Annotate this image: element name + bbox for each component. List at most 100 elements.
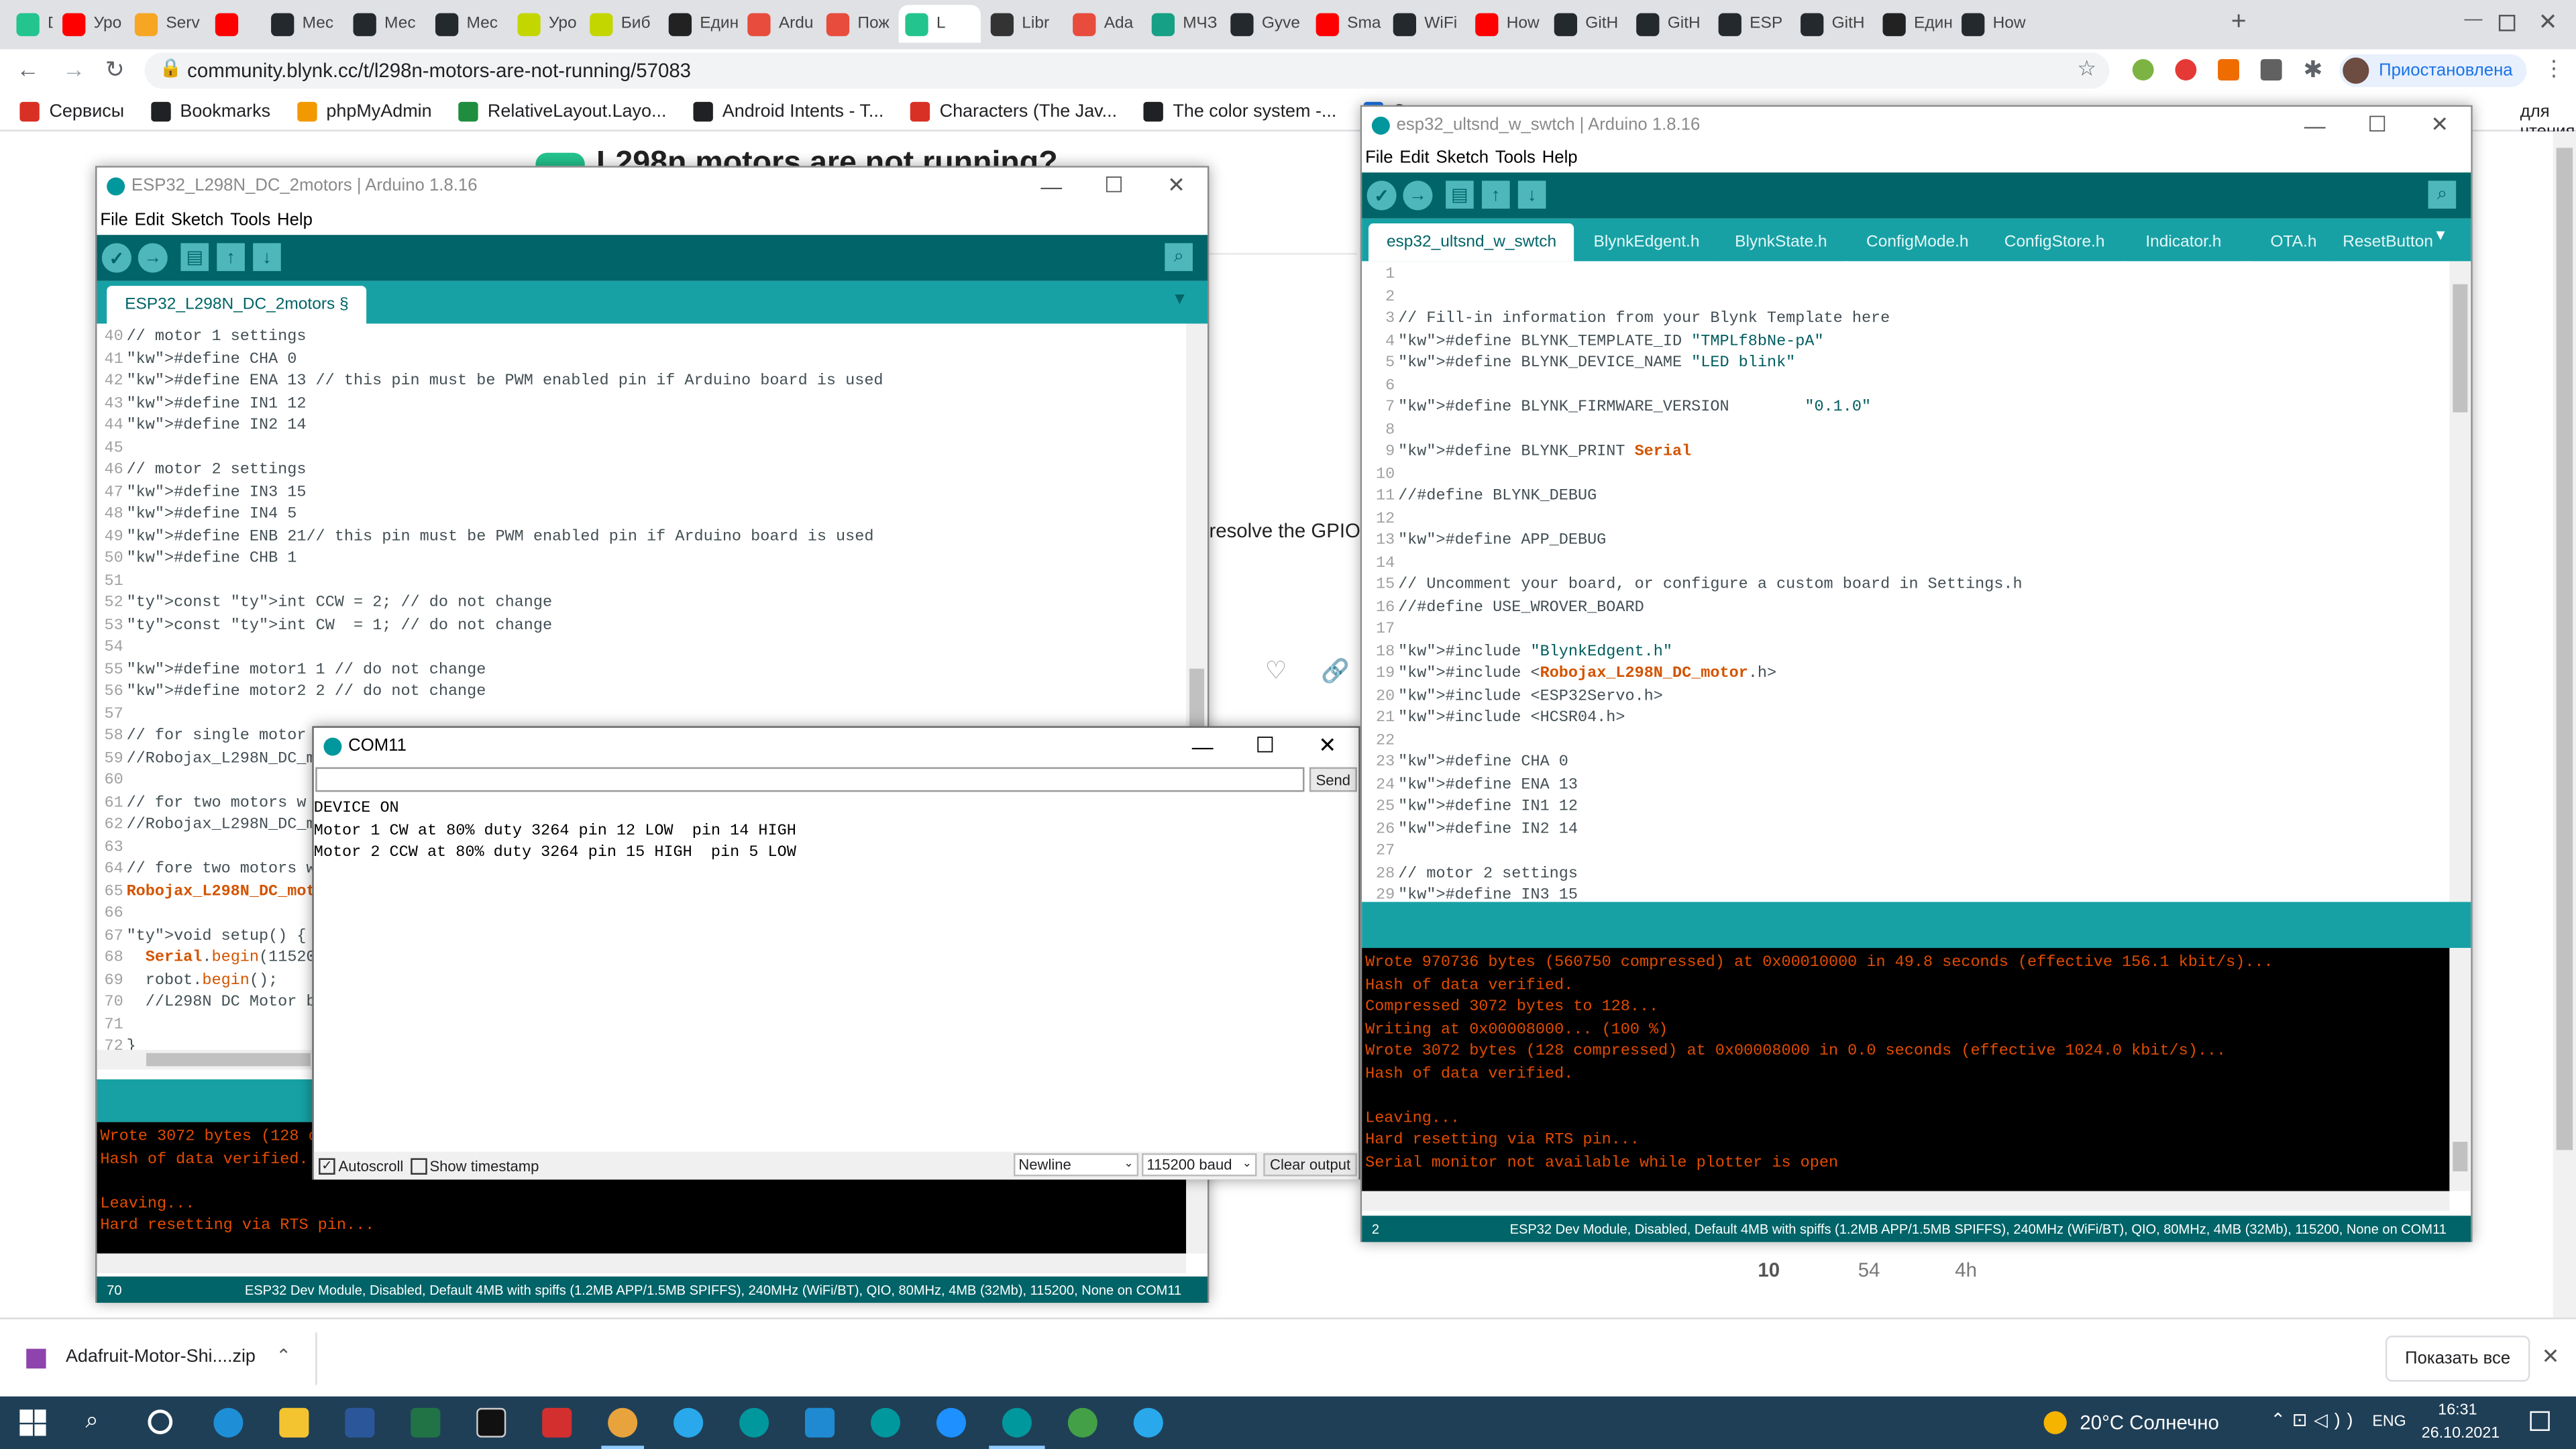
ide-tab[interactable]: Indicator.h: [2127, 223, 2240, 262]
new-sketch-icon[interactable]: ▤: [1446, 180, 1474, 209]
tab-sketch[interactable]: ESP32_L298N_DC_2motors §: [107, 286, 367, 324]
right-console-hscrollbar[interactable]: [1362, 1191, 2450, 1211]
edge-icon[interactable]: [213, 1407, 244, 1438]
app-icon[interactable]: [1067, 1407, 1097, 1438]
save-sketch-icon[interactable]: ↓: [1517, 180, 1546, 209]
serial-input[interactable]: [315, 767, 1305, 792]
arduino-taskbar-icon[interactable]: [870, 1407, 901, 1438]
chevron-up-icon[interactable]: ⌃: [276, 1346, 291, 1366]
menu-tools[interactable]: Tools: [230, 210, 270, 229]
open-sketch-icon[interactable]: ↑: [1481, 180, 1510, 209]
ide-tab[interactable]: BlynkEdgent.h: [1575, 223, 1718, 262]
tab-menu-icon[interactable]: ▼: [2433, 227, 2448, 243]
download-file[interactable]: Adafruit-Motor-Shi....zip: [66, 1347, 256, 1366]
left-console-hscrollbar[interactable]: [97, 1253, 1187, 1273]
new-tab-button[interactable]: +: [2231, 8, 2247, 38]
upload-icon[interactable]: →: [138, 243, 168, 273]
bookmark-item[interactable]: RelativeLayout.Layo...: [458, 101, 666, 121]
browser-tab[interactable]: Един: [662, 5, 738, 42]
close-icon[interactable]: ✕: [1296, 733, 1358, 759]
serial-monitor-icon[interactable]: ⌕: [1165, 243, 1193, 272]
bookmark-item[interactable]: phpMyAdmin: [297, 101, 432, 121]
screenshot-icon[interactable]: [2260, 59, 2282, 81]
menu-help[interactable]: Help: [277, 210, 313, 229]
excel-icon[interactable]: [411, 1407, 441, 1438]
send-button[interactable]: Send: [1309, 767, 1357, 792]
ide-tab[interactable]: ResetButton: [2324, 223, 2451, 262]
telegram-icon[interactable]: [674, 1407, 704, 1438]
tab-menu-icon[interactable]: ▼: [1171, 290, 1187, 309]
forward-arrow-icon[interactable]: →: [62, 56, 85, 82]
upload-icon[interactable]: →: [1403, 180, 1433, 211]
reload-icon[interactable]: ↻: [105, 56, 125, 84]
right-console-scrollbar[interactable]: [2449, 948, 2471, 1191]
ide-tab[interactable]: ConfigStore.h: [1986, 223, 2123, 262]
back-arrow-icon[interactable]: ←: [16, 56, 39, 82]
telegram-icon[interactable]: [1133, 1407, 1163, 1438]
vscode-icon[interactable]: [805, 1407, 835, 1438]
link-icon[interactable]: 🔗: [1321, 657, 1350, 686]
profile-button[interactable]: Приостановлена: [2339, 54, 2527, 87]
extensions-puzzle-icon[interactable]: ✱: [2303, 56, 2322, 84]
heart-icon[interactable]: ♡: [1265, 655, 1287, 686]
browser-tab[interactable]: Биб: [583, 5, 659, 42]
extension-icon[interactable]: [2132, 59, 2154, 81]
browser-tab[interactable]: How: [1955, 5, 2034, 42]
terminal-icon[interactable]: [476, 1407, 506, 1438]
menu-edit[interactable]: Edit: [1399, 148, 1429, 167]
serial-monitor-icon[interactable]: ⌕: [2428, 180, 2457, 209]
open-sketch-icon[interactable]: ↑: [217, 243, 245, 272]
timestamp-checkbox[interactable]: [410, 1157, 427, 1174]
minimize-icon[interactable]: —: [2284, 113, 2346, 138]
right-editor-scrollbar[interactable]: [2449, 261, 2471, 902]
browser-tab[interactable]: How: [1468, 5, 1544, 42]
close-icon[interactable]: ✕: [1145, 172, 1208, 199]
chrome-icon[interactable]: [608, 1407, 638, 1438]
page-scrollbar[interactable]: [2553, 131, 2576, 1318]
bookmark-item[interactable]: The color system -...: [1143, 101, 1336, 121]
browser-tab[interactable]: L: [898, 5, 981, 43]
right-code-editor[interactable]: 1 2 3// Fill-in information from your Blyn…: [1362, 261, 2450, 902]
ide-tab[interactable]: esp32_ultsnd_w_swtch: [1368, 223, 1575, 262]
bookmark-item[interactable]: Bookmarks: [150, 101, 270, 121]
word-icon[interactable]: [345, 1407, 375, 1438]
browser-tab[interactable]: Пож: [820, 5, 896, 42]
verify-icon[interactable]: ✓: [1366, 180, 1397, 211]
star-icon[interactable]: ☆: [2077, 56, 2096, 82]
browser-tab[interactable]: МЧЗ: [1145, 5, 1221, 42]
menu-edit[interactable]: Edit: [135, 210, 164, 229]
clock-date[interactable]: 26.10.2021: [2422, 1424, 2500, 1442]
menu-sketch[interactable]: Sketch: [171, 210, 224, 229]
menu-file[interactable]: File: [1365, 148, 1393, 167]
ide-tab[interactable]: ConfigMode.h: [1848, 223, 1987, 262]
maximize-browser-button[interactable]: [2498, 15, 2516, 32]
browser-tab[interactable]: Ada: [1066, 5, 1142, 42]
browser-tab[interactable]: ESP: [1712, 5, 1791, 42]
save-sketch-icon[interactable]: ↓: [253, 243, 281, 272]
clear-output-button[interactable]: Clear output: [1263, 1153, 1357, 1177]
notification-icon[interactable]: [2530, 1411, 2550, 1432]
browser-tab[interactable]: Dasl: [10, 5, 52, 42]
autoscroll-checkbox[interactable]: ✓: [319, 1157, 335, 1174]
baud-select[interactable]: 115200 baud ⌄: [1142, 1153, 1257, 1177]
menu-sketch[interactable]: Sketch: [1436, 148, 1489, 167]
browser-tab[interactable]: Мес: [347, 5, 426, 42]
bookmark-item[interactable]: Сервисы: [19, 101, 124, 121]
close-browser-button[interactable]: ✕: [2538, 8, 2558, 36]
arduino-taskbar-icon[interactable]: [739, 1407, 769, 1438]
maximize-icon[interactable]: ☐: [1234, 733, 1296, 759]
bookmark-item[interactable]: Characters (The Jav...: [910, 101, 1117, 121]
ie-icon[interactable]: [936, 1407, 967, 1438]
maximize-icon[interactable]: ☐: [2346, 112, 2408, 138]
file-explorer-icon[interactable]: [279, 1407, 309, 1438]
show-all-button[interactable]: Показать все: [2385, 1336, 2530, 1382]
browser-tab[interactable]: GitH: [1629, 5, 1709, 42]
browser-tab[interactable]: Уро: [56, 5, 125, 42]
tray-icons[interactable]: ⌃⊡◁)): [2270, 1409, 2359, 1431]
bookmark-item[interactable]: Android Intents - T...: [692, 101, 883, 121]
close-icon[interactable]: ✕: [2408, 112, 2471, 138]
arduino-active-icon[interactable]: [1002, 1407, 1032, 1438]
menu-file[interactable]: File: [100, 210, 127, 229]
browser-tab[interactable]: Libr: [984, 5, 1063, 42]
language-indicator[interactable]: ENG: [2372, 1413, 2406, 1431]
